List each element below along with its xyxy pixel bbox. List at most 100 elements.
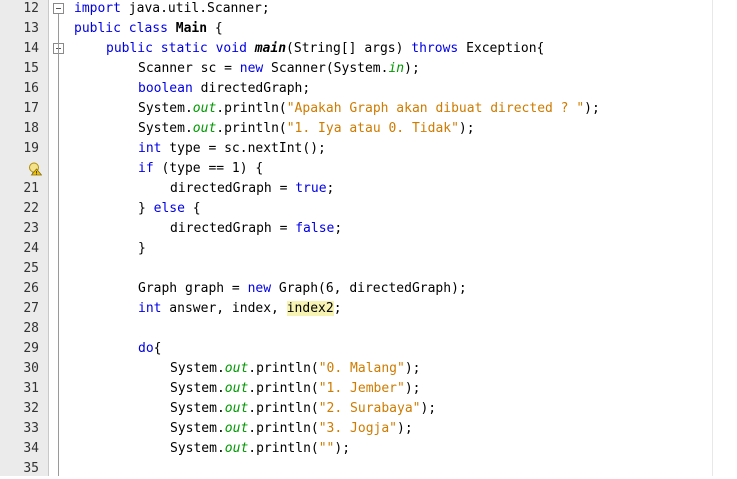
fold-collapse-icon[interactable] — [53, 3, 64, 14]
code-token: .println( — [248, 361, 319, 376]
code-token: ); — [584, 101, 600, 116]
code-token: directedGraph = — [170, 221, 296, 236]
code-token: (type == 1) { — [153, 161, 264, 176]
code-token: System. — [170, 421, 225, 436]
code-token: "" — [318, 441, 335, 456]
code-text: System.out.println("3. Jogja"); — [170, 419, 413, 439]
fold-guide-line — [58, 14, 59, 476]
code-token: ; — [326, 181, 335, 196]
code-token: "1. Jember" — [318, 381, 405, 396]
code-line[interactable]: 17 System.out.println("Apakah Graph akan … — [0, 99, 737, 119]
code-line[interactable]: 32 System.out.println("2. Surabaya"); — [0, 399, 737, 419]
code-token: ; — [333, 301, 342, 316]
code-line[interactable]: 35 — [0, 459, 737, 479]
code-token: do — [138, 341, 154, 356]
code-line[interactable]: if (type == 1) { — [0, 159, 737, 179]
code-text: } else { — [138, 199, 201, 219]
line-number: 26 — [23, 281, 39, 296]
code-token: .println( — [248, 421, 319, 436]
code-token: { — [153, 341, 162, 356]
code-token: .println( — [216, 121, 287, 136]
code-text: System.out.println(""); — [170, 439, 350, 459]
code-text: System.out.println("Apakah Graph akan di… — [138, 99, 600, 119]
code-line[interactable]: 23 directedGraph = false; — [0, 219, 737, 239]
code-token: ; — [334, 221, 343, 236]
code-token: in — [388, 61, 405, 76]
code-text: System.out.println("1. Iya atau 0. Tidak… — [138, 119, 475, 139]
code-token: ); — [404, 361, 421, 376]
code-line[interactable]: 24} — [0, 239, 737, 259]
code-line[interactable]: 12 import java.util.Scanner; — [0, 0, 737, 19]
code-token: directedGraph; — [192, 81, 311, 96]
code-token: throws — [411, 41, 459, 56]
code-token: ); — [334, 441, 351, 456]
code-token: "2. Surabaya" — [318, 401, 421, 416]
code-line[interactable]: 28 — [0, 319, 737, 339]
code-text: boolean directedGraph; — [138, 79, 310, 99]
code-token: .println( — [248, 441, 319, 456]
code-text: System.out.println("1. Jember"); — [170, 379, 420, 399]
code-line[interactable]: 33 System.out.println("3. Jogja"); — [0, 419, 737, 439]
line-number: 12 — [23, 1, 39, 16]
code-token: int — [138, 301, 162, 316]
code-text: System.out.println("0. Malang"); — [170, 359, 420, 379]
code-text: } — [138, 239, 146, 259]
code-line[interactable]: 16 boolean directedGraph; — [0, 79, 737, 99]
code-token: ); — [404, 61, 420, 76]
code-line[interactable]: 21 directedGraph = true; — [0, 179, 737, 199]
line-number: 23 — [23, 221, 39, 236]
code-token: ); — [458, 121, 475, 136]
code-token: boolean — [138, 81, 193, 96]
code-line[interactable]: 34 System.out.println(""); — [0, 439, 737, 459]
code-token: } — [138, 241, 146, 256]
line-number: 19 — [23, 141, 39, 156]
code-line[interactable]: 27 int answer, index, index2; — [0, 299, 737, 319]
code-token: ); — [420, 401, 437, 416]
code-line[interactable]: 15 Scanner sc = new Scanner(System.in); — [0, 59, 737, 79]
code-token: Scanner sc = — [138, 61, 240, 76]
code-token: out — [224, 361, 249, 376]
code-token: Exception{ — [458, 41, 545, 56]
code-line[interactable]: 25 — [0, 259, 737, 279]
code-line[interactable]: 26 Graph graph = new Graph(6, directedGra… — [0, 279, 737, 299]
code-token: public — [74, 21, 121, 36]
code-token: .println( — [216, 101, 287, 116]
code-token: Graph(6, directedGraph); — [271, 281, 467, 296]
code-token: "1. Iya atau 0. Tidak" — [286, 121, 459, 136]
code-token: System. — [170, 441, 225, 456]
code-line[interactable]: 30 System.out.println("0. Malang"); — [0, 359, 737, 379]
code-token: main — [254, 41, 287, 56]
line-number: 16 — [23, 81, 39, 96]
code-line[interactable]: 29 do{ — [0, 339, 737, 359]
line-number: 22 — [23, 201, 39, 216]
code-line[interactable]: 22 } else { — [0, 199, 737, 219]
code-line[interactable]: 19 int type = sc.nextInt(); — [0, 139, 737, 159]
code-token: type = sc.nextInt(); — [161, 141, 326, 156]
code-token: { — [184, 201, 201, 216]
code-token: class — [128, 21, 168, 36]
code-line[interactable]: 31 System.out.println("1. Jember"); — [0, 379, 737, 399]
code-token: index2 — [286, 301, 334, 316]
code-token: "0. Malang" — [318, 361, 405, 376]
code-token: { — [207, 21, 223, 36]
code-token: java.util.Scanner; — [120, 1, 270, 16]
code-token: true — [295, 181, 327, 196]
code-token: } — [138, 201, 154, 216]
lightbulb-warning-icon[interactable] — [28, 162, 43, 176]
line-number: 15 — [23, 61, 39, 76]
code-token: public — [106, 41, 153, 56]
code-line[interactable]: 14 public static void main(String[] args)… — [0, 39, 737, 59]
code-token: Main — [175, 21, 208, 36]
line-number: 17 — [23, 101, 39, 116]
code-token: out — [224, 381, 249, 396]
code-token: import — [74, 1, 121, 16]
code-line[interactable]: 13 public class Main { — [0, 19, 737, 39]
code-token: "3. Jogja" — [318, 421, 398, 436]
code-token: out — [224, 441, 249, 456]
code-line[interactable]: 18 System.out.println("1. Iya atau 0. Tid… — [0, 119, 737, 139]
code-token: answer, index, — [161, 301, 287, 316]
